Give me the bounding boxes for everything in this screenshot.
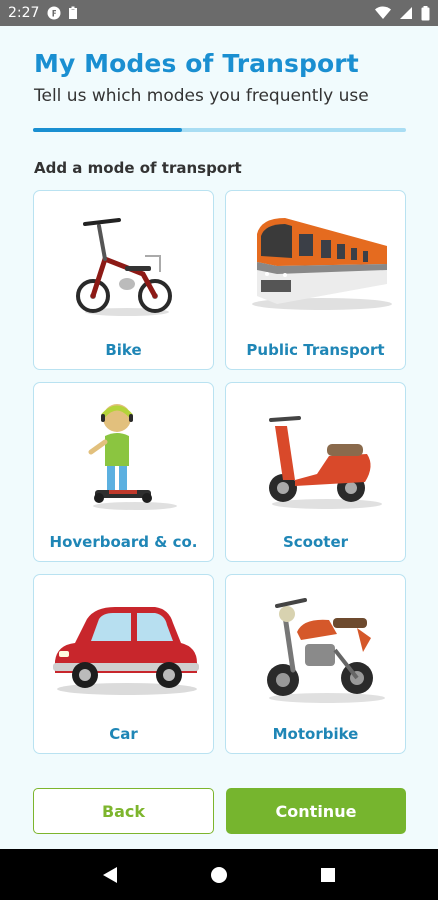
mode-card-public-transport[interactable]: Public Transport bbox=[225, 190, 406, 370]
mode-label: Motorbike bbox=[272, 725, 359, 743]
car-icon bbox=[34, 575, 213, 720]
battery-icon bbox=[421, 5, 430, 20]
wifi-icon bbox=[375, 6, 391, 19]
motorbike-icon bbox=[226, 575, 405, 720]
mode-label: Public Transport bbox=[246, 341, 385, 359]
scooter-icon bbox=[226, 383, 405, 528]
status-bar: 2:27 bbox=[0, 0, 438, 26]
mode-label: Bike bbox=[105, 341, 142, 359]
train-icon bbox=[226, 191, 405, 336]
cellular-icon bbox=[400, 7, 412, 19]
back-nav-icon[interactable] bbox=[102, 866, 118, 884]
hoverboard-icon bbox=[34, 383, 213, 528]
page-title: My Modes of Transport bbox=[34, 49, 359, 78]
recents-nav-icon[interactable] bbox=[320, 867, 336, 883]
progress-bar bbox=[33, 128, 406, 132]
mode-card-hoverboard[interactable]: Hoverboard & co. bbox=[33, 382, 214, 562]
section-label: Add a mode of transport bbox=[34, 159, 242, 177]
mode-card-motorbike[interactable]: Motorbike bbox=[225, 574, 406, 754]
mode-card-bike[interactable]: Bike bbox=[33, 190, 214, 370]
mode-label: Car bbox=[109, 725, 138, 743]
bike-icon bbox=[34, 191, 213, 336]
main-content: My Modes of Transport Tell us which mode… bbox=[0, 26, 438, 849]
status-time: 2:27 bbox=[8, 5, 40, 21]
mode-label: Scooter bbox=[282, 533, 349, 551]
home-nav-icon[interactable] bbox=[210, 866, 228, 884]
back-button[interactable]: Back bbox=[33, 788, 214, 834]
circle-f-icon bbox=[47, 6, 61, 20]
page-subtitle: Tell us which modes you frequently use bbox=[34, 86, 369, 106]
mode-card-car[interactable]: Car bbox=[33, 574, 214, 754]
clipboard-icon bbox=[69, 6, 78, 19]
progress-fill bbox=[33, 128, 183, 132]
mode-card-scooter[interactable]: Scooter bbox=[225, 382, 406, 562]
navigation-bar bbox=[0, 849, 438, 900]
mode-label: Hoverboard & co. bbox=[49, 533, 198, 551]
continue-button[interactable]: Continue bbox=[226, 788, 406, 834]
